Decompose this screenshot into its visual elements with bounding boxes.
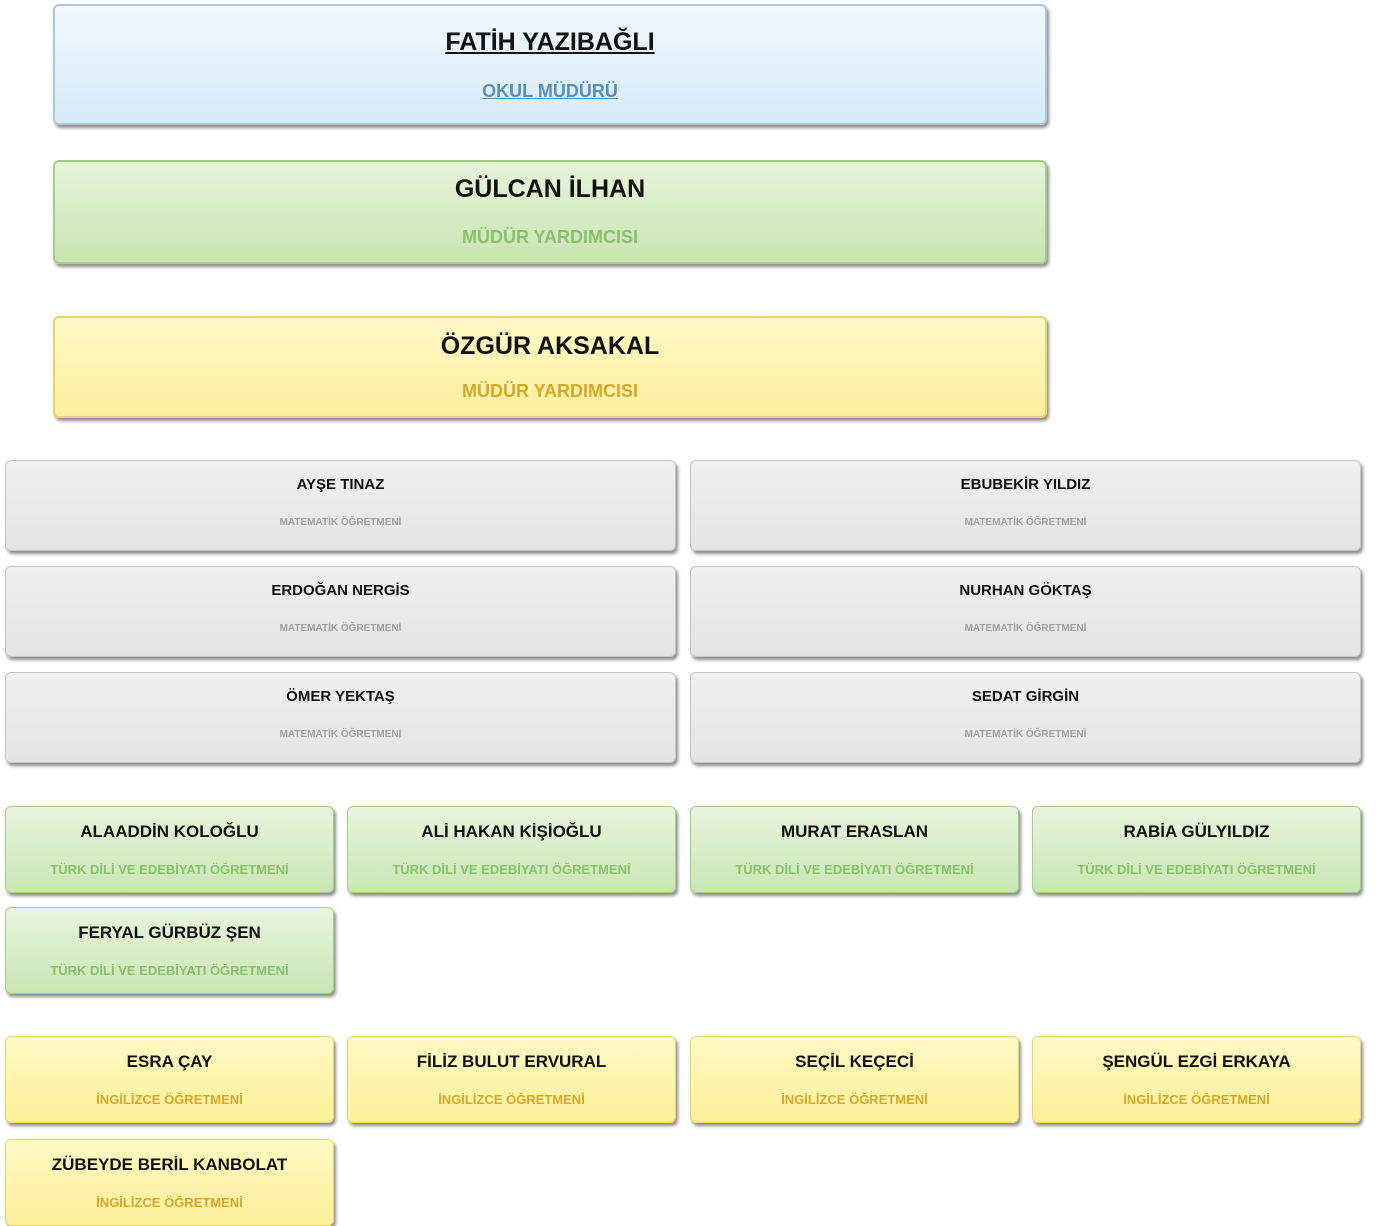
teacher-role: TÜRK DİLİ VE EDEBİYATI ÖĞRETMENİ: [392, 862, 631, 877]
teacher-name: ESRA ÇAY: [126, 1052, 213, 1071]
teacher-role: TÜRK DİLİ VE EDEBİYATI ÖĞRETMENİ: [50, 862, 289, 877]
vice-principal-card: ÖZGÜR AKSAKAL MÜDÜR YARDIMCISI: [53, 316, 1047, 418]
teacher-name: AYŞE TINAZ: [296, 476, 385, 493]
literature-teacher-card: FERYAL GÜRBÜZ ŞEN TÜRK DİLİ VE EDEBİYATI…: [5, 907, 334, 994]
teacher-role: İNGİLİZCE ÖĞRETMENİ: [781, 1092, 928, 1107]
teacher-name: NURHAN GÖKTAŞ: [959, 582, 1092, 599]
vice-principal-name: GÜLCAN İLHAN: [454, 175, 646, 203]
teacher-name: SEÇİL KEÇECİ: [795, 1052, 914, 1071]
vice-principal-role: MÜDÜR YARDIMCISI: [461, 381, 639, 401]
teacher-role: MATEMATİK ÖĞRETMENİ: [964, 729, 1087, 740]
teacher-name: FİLİZ BULUT ERVURAL: [416, 1052, 607, 1071]
teacher-role: MATEMATİK ÖĞRETMENİ: [279, 623, 402, 634]
math-teacher-card: AYŞE TINAZ MATEMATİK ÖĞRETMENİ: [5, 460, 676, 551]
teacher-name: EBUBEKİR YILDIZ: [960, 476, 1091, 493]
teacher-role: İNGİLİZCE ÖĞRETMENİ: [1123, 1092, 1270, 1107]
teacher-name: SEDAT GİRGİN: [971, 688, 1080, 705]
teacher-role: MATEMATİK ÖĞRETMENİ: [964, 517, 1087, 528]
teacher-role: MATEMATİK ÖĞRETMENİ: [279, 729, 402, 740]
teacher-name: RABİA GÜLYILDIZ: [1123, 822, 1270, 841]
teacher-role: TÜRK DİLİ VE EDEBİYATI ÖĞRETMENİ: [735, 862, 974, 877]
teacher-role: İNGİLİZCE ÖĞRETMENİ: [96, 1092, 243, 1107]
principal-role[interactable]: OKUL MÜDÜRÜ: [55, 81, 1045, 102]
english-teacher-card: ZÜBEYDE BERİL KANBOLAT İNGİLİZCE ÖĞRETME…: [5, 1139, 334, 1226]
teacher-role: TÜRK DİLİ VE EDEBİYATI ÖĞRETMENİ: [1077, 862, 1316, 877]
teacher-name: ÖMER YEKTAŞ: [286, 688, 395, 705]
teacher-role: İNGİLİZCE ÖĞRETMENİ: [96, 1195, 243, 1210]
english-teacher-card: ESRA ÇAY İNGİLİZCE ÖĞRETMENİ: [5, 1036, 334, 1123]
teacher-name: FERYAL GÜRBÜZ ŞEN: [78, 923, 261, 942]
english-teacher-card: SEÇİL KEÇECİ İNGİLİZCE ÖĞRETMENİ: [690, 1036, 1019, 1123]
literature-teacher-card: ALİ HAKAN KİŞİOĞLU TÜRK DİLİ VE EDEBİYAT…: [347, 806, 676, 893]
vice-principal-name: ÖZGÜR AKSAKAL: [440, 332, 660, 360]
english-teacher-card: FİLİZ BULUT ERVURAL İNGİLİZCE ÖĞRETMENİ: [347, 1036, 676, 1123]
teacher-name: ALİ HAKAN KİŞİOĞLU: [421, 822, 602, 841]
math-teacher-card: NURHAN GÖKTAŞ MATEMATİK ÖĞRETMENİ: [690, 566, 1361, 657]
vice-principal-card: GÜLCAN İLHAN MÜDÜR YARDIMCISI: [53, 160, 1047, 264]
teacher-role: İNGİLİZCE ÖĞRETMENİ: [438, 1092, 585, 1107]
teacher-name: MURAT ERASLAN: [780, 822, 928, 841]
teacher-name: ZÜBEYDE BERİL KANBOLAT: [51, 1155, 288, 1174]
literature-teacher-card: MURAT ERASLAN TÜRK DİLİ VE EDEBİYATI ÖĞR…: [690, 806, 1019, 893]
teacher-name: ŞENGÜL EZGİ ERKAYA: [1102, 1052, 1291, 1071]
teacher-name: ERDOĞAN NERGİS: [271, 582, 410, 599]
teacher-name: ALAADDİN KOLOĞLU: [80, 822, 259, 841]
literature-teacher-card: RABİA GÜLYILDIZ TÜRK DİLİ VE EDEBİYATI Ö…: [1032, 806, 1361, 893]
math-teacher-card: ÖMER YEKTAŞ MATEMATİK ÖĞRETMENİ: [5, 672, 676, 763]
principal-name[interactable]: FATİH YAZIBAĞLI: [55, 28, 1045, 57]
math-teacher-card: SEDAT GİRGİN MATEMATİK ÖĞRETMENİ: [690, 672, 1361, 763]
teacher-role: MATEMATİK ÖĞRETMENİ: [964, 623, 1087, 634]
literature-teacher-card: ALAADDİN KOLOĞLU TÜRK DİLİ VE EDEBİYATI …: [5, 806, 334, 893]
math-teacher-card: EBUBEKİR YILDIZ MATEMATİK ÖĞRETMENİ: [690, 460, 1361, 551]
teacher-role: TÜRK DİLİ VE EDEBİYATI ÖĞRETMENİ: [50, 963, 289, 978]
vice-principal-role: MÜDÜR YARDIMCISI: [461, 227, 639, 247]
math-teacher-card: ERDOĞAN NERGİS MATEMATİK ÖĞRETMENİ: [5, 566, 676, 657]
principal-card: FATİH YAZIBAĞLI OKUL MÜDÜRÜ: [53, 4, 1047, 125]
english-teacher-card: ŞENGÜL EZGİ ERKAYA İNGİLİZCE ÖĞRETMENİ: [1032, 1036, 1361, 1123]
teacher-role: MATEMATİK ÖĞRETMENİ: [279, 517, 402, 528]
